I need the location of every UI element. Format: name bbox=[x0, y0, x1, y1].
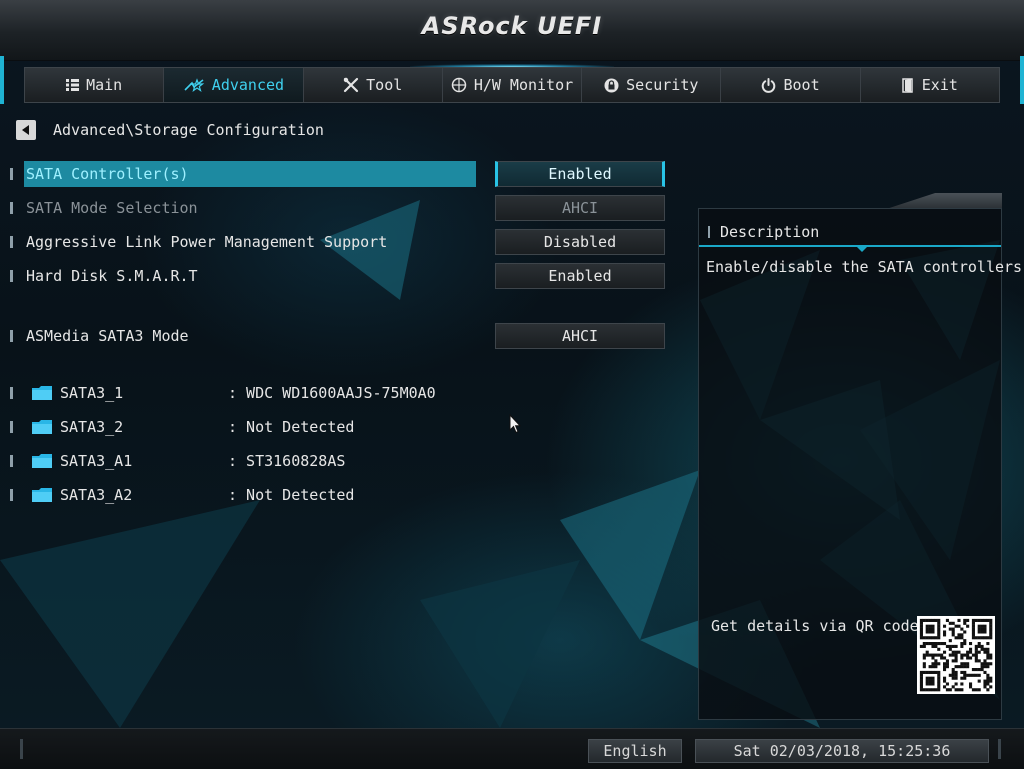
drive-row: SATA3_A1 : ST3160828AS bbox=[10, 450, 345, 472]
drive-row: SATA3_1 : WDC WD1600AAJS-75M0A0 bbox=[10, 382, 436, 404]
tab-main[interactable]: Main bbox=[25, 68, 165, 102]
row-marker bbox=[10, 270, 13, 282]
main-tab-bar: Main Advanced Tool H/W Monitor Security … bbox=[24, 67, 1000, 103]
setting-label: SATA Mode Selection bbox=[26, 199, 198, 217]
description-title: Description bbox=[720, 223, 820, 241]
setting-label: SATA Controller(s) bbox=[26, 165, 189, 183]
breadcrumb: Advanced\Storage Configuration bbox=[16, 120, 324, 140]
breadcrumb-path: Advanced\Storage Configuration bbox=[53, 121, 324, 139]
tab-boot-label: Boot bbox=[783, 76, 820, 94]
monitor-icon bbox=[451, 77, 467, 93]
row-marker bbox=[10, 202, 13, 214]
tab-advanced[interactable]: Advanced bbox=[164, 68, 304, 102]
tab-hw-monitor[interactable]: H/W Monitor bbox=[442, 68, 583, 102]
tab-exit[interactable]: Exit bbox=[860, 68, 999, 102]
tab-security-label: Security bbox=[626, 76, 699, 94]
setting-hard-disk-smart[interactable]: Hard Disk S.M.A.R.T bbox=[10, 263, 476, 289]
drive-device: : Not Detected bbox=[228, 418, 355, 436]
value-hard-disk-smart[interactable]: Enabled bbox=[495, 263, 665, 289]
back-arrow-icon bbox=[22, 125, 29, 135]
tab-main-label: Main bbox=[86, 76, 123, 94]
language-button[interactable]: English bbox=[588, 739, 682, 763]
description-text: Enable/disable the SATA controllers. bbox=[706, 258, 1024, 276]
status-bar: English Sat 02/03/2018, 15:25:36 bbox=[0, 728, 1024, 769]
exit-icon bbox=[902, 77, 913, 93]
tab-tool-label: Tool bbox=[366, 76, 403, 94]
value-aggressive-link-power[interactable]: Disabled bbox=[495, 229, 665, 255]
drive-row: SATA3_2 : Not Detected bbox=[10, 416, 354, 438]
setting-label: Hard Disk S.M.A.R.T bbox=[26, 267, 198, 285]
status-marker bbox=[20, 739, 23, 759]
tab-tool[interactable]: Tool bbox=[303, 68, 443, 102]
value-sata-controllers[interactable]: Enabled bbox=[495, 161, 665, 187]
back-button[interactable] bbox=[16, 120, 36, 140]
left-accent bbox=[0, 56, 4, 104]
setting-aggressive-link-power[interactable]: Aggressive Link Power Management Support bbox=[10, 229, 476, 255]
tab-exit-label: Exit bbox=[921, 76, 958, 94]
tab-security[interactable]: Security bbox=[582, 68, 722, 102]
tab-hw-monitor-label: H/W Monitor bbox=[473, 76, 574, 94]
header-marker bbox=[708, 226, 710, 238]
shield-icon bbox=[604, 78, 619, 92]
setting-sata-mode[interactable]: SATA Mode Selection bbox=[10, 195, 476, 221]
value-sata-mode[interactable]: AHCI bbox=[495, 195, 665, 221]
star-icon bbox=[184, 78, 205, 92]
folder-icon bbox=[32, 420, 52, 434]
tab-boot[interactable]: Boot bbox=[721, 68, 861, 102]
top-header: ASRock UEFI bbox=[0, 0, 1024, 61]
datetime-display[interactable]: Sat 02/03/2018, 15:25:36 bbox=[695, 739, 989, 763]
row-marker bbox=[10, 455, 13, 467]
qr-code-image bbox=[917, 616, 995, 694]
row-marker bbox=[10, 489, 13, 501]
folder-icon bbox=[32, 488, 52, 502]
row-marker bbox=[10, 168, 13, 180]
setting-label: ASMedia SATA3 Mode bbox=[26, 327, 189, 345]
drive-port: SATA3_A2 bbox=[60, 486, 133, 504]
drive-device: : Not Detected bbox=[228, 486, 355, 504]
drive-port: SATA3_1 bbox=[60, 384, 124, 402]
tools-icon bbox=[343, 77, 359, 93]
description-panel: Description Enable/disable the SATA cont… bbox=[698, 208, 1024, 720]
drive-device: : ST3160828AS bbox=[228, 452, 346, 470]
row-marker bbox=[10, 421, 13, 433]
folder-icon bbox=[32, 454, 52, 468]
right-accent bbox=[1020, 56, 1024, 104]
setting-sata-controllers[interactable]: SATA Controller(s) bbox=[10, 161, 476, 187]
description-header: Description bbox=[699, 219, 1001, 247]
status-marker bbox=[998, 739, 1001, 759]
tab-advanced-label: Advanced bbox=[211, 76, 285, 94]
list-icon bbox=[66, 79, 80, 91]
row-marker bbox=[10, 330, 13, 342]
row-marker bbox=[10, 387, 13, 399]
setting-label: Aggressive Link Power Management Support bbox=[26, 233, 388, 251]
value-asmedia-sata3-mode[interactable]: AHCI bbox=[495, 323, 665, 349]
qr-label: Get details via QR code bbox=[711, 617, 919, 635]
row-marker bbox=[10, 236, 13, 248]
power-icon bbox=[762, 77, 776, 93]
mouse-cursor-icon bbox=[509, 414, 521, 434]
brand-logo: ASRock UEFI bbox=[421, 12, 603, 40]
folder-icon bbox=[32, 386, 52, 400]
drive-row: SATA3_A2 : Not Detected bbox=[10, 484, 354, 506]
header-notch bbox=[856, 246, 868, 252]
drive-port: SATA3_A1 bbox=[60, 452, 133, 470]
drive-port: SATA3_2 bbox=[60, 418, 124, 436]
setting-asmedia-sata3-mode[interactable]: ASMedia SATA3 Mode bbox=[10, 323, 476, 349]
drive-device: : WDC WD1600AAJS-75M0A0 bbox=[228, 384, 436, 402]
